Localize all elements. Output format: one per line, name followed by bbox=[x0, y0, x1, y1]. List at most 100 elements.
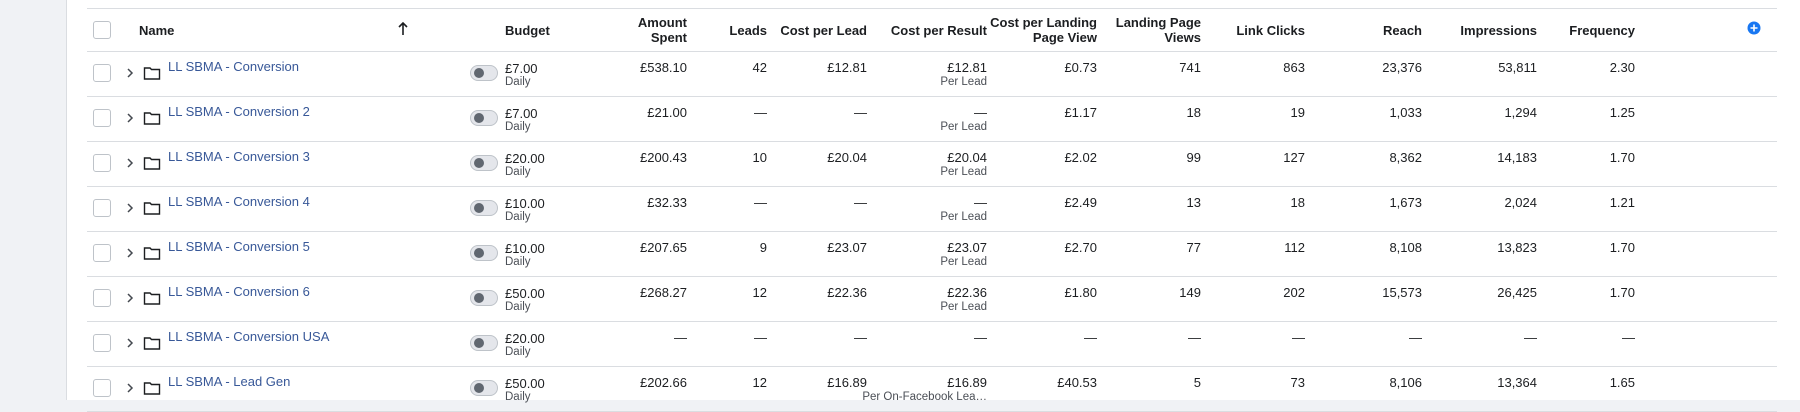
row-checkbox[interactable] bbox=[93, 154, 111, 172]
amount-spent-value: — bbox=[674, 330, 687, 345]
campaign-name-link[interactable]: LL SBMA - Conversion 2 bbox=[168, 104, 310, 119]
chevron-right-icon[interactable] bbox=[123, 199, 137, 217]
campaign-name-link[interactable]: LL SBMA - Conversion USA bbox=[168, 329, 329, 344]
campaign-name-link[interactable]: LL SBMA - Conversion 3 bbox=[168, 149, 310, 164]
column-header-link-clicks[interactable]: Link Clicks bbox=[1207, 23, 1305, 38]
budget-type: Daily bbox=[505, 256, 531, 268]
cost-per-lead-value: — bbox=[854, 330, 867, 345]
impressions-value: 1,294 bbox=[1504, 105, 1537, 120]
campaign-status-toggle[interactable] bbox=[470, 200, 498, 216]
row-checkbox[interactable] bbox=[93, 379, 111, 397]
row-checkbox[interactable] bbox=[93, 199, 111, 217]
column-header-frequency[interactable]: Frequency bbox=[1547, 23, 1635, 38]
campaign-status-toggle[interactable] bbox=[470, 65, 498, 81]
budget-value: £10.00 bbox=[505, 241, 545, 256]
amount-spent-value: £538.10 bbox=[640, 60, 687, 75]
column-header-reach[interactable]: Reach bbox=[1327, 23, 1422, 38]
chevron-right-icon[interactable] bbox=[123, 109, 137, 127]
campaign-status-toggle[interactable] bbox=[470, 110, 498, 126]
campaign-status-toggle[interactable] bbox=[470, 155, 498, 171]
budget-type: Daily bbox=[505, 166, 531, 178]
toggle-knob bbox=[474, 158, 484, 168]
link-clicks-value: 18 bbox=[1290, 195, 1305, 210]
table-row[interactable]: LL SBMA - Conversion £7.00 Daily £538.10… bbox=[87, 52, 1777, 97]
column-header-name[interactable]: Name bbox=[139, 23, 174, 38]
reach-value: 8,362 bbox=[1389, 150, 1422, 165]
table-row[interactable]: LL SBMA - Lead Gen £50.00 Daily £202.66 … bbox=[87, 367, 1777, 412]
folder-icon bbox=[143, 67, 161, 80]
landing-page-views-value: 741 bbox=[1179, 60, 1201, 75]
plus-circle-icon[interactable] bbox=[1747, 21, 1761, 35]
column-header-cost-per-landing-page-view[interactable]: Cost per Landing Page View bbox=[987, 15, 1097, 45]
amount-spent-value: £207.65 bbox=[640, 240, 687, 255]
table-row[interactable]: LL SBMA - Conversion 2 £7.00 Daily £21.0… bbox=[87, 97, 1777, 142]
cost-per-landing-page-view-value: £2.70 bbox=[1064, 240, 1097, 255]
campaign-status-toggle[interactable] bbox=[470, 245, 498, 261]
cost-per-result-value: — bbox=[974, 105, 987, 120]
campaign-name-link[interactable]: LL SBMA - Lead Gen bbox=[168, 374, 290, 389]
campaign-name-link[interactable]: LL SBMA - Conversion 6 bbox=[168, 284, 310, 299]
amount-spent-value: £32.33 bbox=[647, 195, 687, 210]
row-checkbox[interactable] bbox=[93, 109, 111, 127]
campaign-status-toggle[interactable] bbox=[470, 290, 498, 306]
table-header: Name Budget Amount Spent Leads Cost per … bbox=[87, 9, 1777, 52]
landing-page-views-value: 77 bbox=[1186, 240, 1201, 255]
reach-value: 15,573 bbox=[1382, 285, 1422, 300]
impressions-value: 14,183 bbox=[1497, 150, 1537, 165]
column-header-impressions[interactable]: Impressions bbox=[1427, 23, 1537, 38]
cost-per-result-value: £20.04 bbox=[947, 150, 987, 165]
folder-icon bbox=[143, 112, 161, 125]
landing-page-views-value: 5 bbox=[1193, 375, 1201, 390]
folder-icon bbox=[143, 382, 161, 395]
impressions-value: 2,024 bbox=[1504, 195, 1537, 210]
arrow-up-icon[interactable] bbox=[397, 22, 409, 36]
toggle-knob bbox=[474, 293, 484, 303]
table-row[interactable]: LL SBMA - Conversion 5 £10.00 Daily £207… bbox=[87, 232, 1777, 277]
campaign-name-link[interactable]: LL SBMA - Conversion 4 bbox=[168, 194, 310, 209]
reach-value: 23,376 bbox=[1382, 60, 1422, 75]
row-checkbox[interactable] bbox=[93, 64, 111, 82]
row-checkbox[interactable] bbox=[93, 244, 111, 262]
frequency-value: 1.70 bbox=[1609, 240, 1635, 255]
leads-value: 10 bbox=[752, 150, 767, 165]
budget-value: £7.00 bbox=[505, 106, 538, 121]
budget-value: £50.00 bbox=[505, 376, 545, 391]
column-header-leads[interactable]: Leads bbox=[707, 23, 767, 38]
chevron-right-icon[interactable] bbox=[123, 244, 137, 262]
column-header-cost-per-lead[interactable]: Cost per Lead bbox=[767, 23, 867, 38]
table-row[interactable]: LL SBMA - Conversion 3 £20.00 Daily £200… bbox=[87, 142, 1777, 187]
chevron-right-icon[interactable] bbox=[123, 334, 137, 352]
column-header-amount-spent[interactable]: Amount Spent bbox=[607, 15, 687, 45]
amount-spent-value: £268.27 bbox=[640, 285, 687, 300]
campaign-name-link[interactable]: LL SBMA - Conversion bbox=[168, 59, 299, 74]
amount-spent-value: £200.43 bbox=[640, 150, 687, 165]
campaign-status-toggle[interactable] bbox=[470, 380, 498, 396]
chevron-right-icon[interactable] bbox=[123, 154, 137, 172]
column-header-budget[interactable]: Budget bbox=[505, 23, 550, 38]
table-row[interactable]: LL SBMA - Conversion 4 £10.00 Daily £32.… bbox=[87, 187, 1777, 232]
row-checkbox[interactable] bbox=[93, 334, 111, 352]
column-header-cost-per-result[interactable]: Cost per Result bbox=[867, 23, 987, 38]
table-row[interactable]: LL SBMA - Conversion 6 £50.00 Daily £268… bbox=[87, 277, 1777, 322]
toggle-knob bbox=[474, 248, 484, 258]
chevron-right-icon[interactable] bbox=[123, 289, 137, 307]
chevron-right-icon[interactable] bbox=[123, 379, 137, 397]
cost-per-landing-page-view-value: — bbox=[1084, 330, 1097, 345]
frequency-value: — bbox=[1622, 330, 1635, 345]
leads-value: — bbox=[754, 195, 767, 210]
table-row[interactable]: LL SBMA - Conversion USA £20.00 Daily — … bbox=[87, 322, 1777, 367]
leads-value: — bbox=[754, 330, 767, 345]
column-header-landing-page-views[interactable]: Landing Page Views bbox=[1097, 15, 1201, 45]
reach-value: 1,673 bbox=[1389, 195, 1422, 210]
cost-per-lead-value: — bbox=[854, 195, 867, 210]
cost-per-landing-page-view-value: £1.17 bbox=[1064, 105, 1097, 120]
frequency-value: 1.70 bbox=[1609, 150, 1635, 165]
select-all-checkbox[interactable] bbox=[93, 21, 111, 39]
row-checkbox[interactable] bbox=[93, 289, 111, 307]
cost-per-result-value: £22.36 bbox=[947, 285, 987, 300]
amount-spent-value: £202.66 bbox=[640, 375, 687, 390]
impressions-value: 26,425 bbox=[1497, 285, 1537, 300]
campaign-name-link[interactable]: LL SBMA - Conversion 5 bbox=[168, 239, 310, 254]
chevron-right-icon[interactable] bbox=[123, 64, 137, 82]
campaign-status-toggle[interactable] bbox=[470, 335, 498, 351]
